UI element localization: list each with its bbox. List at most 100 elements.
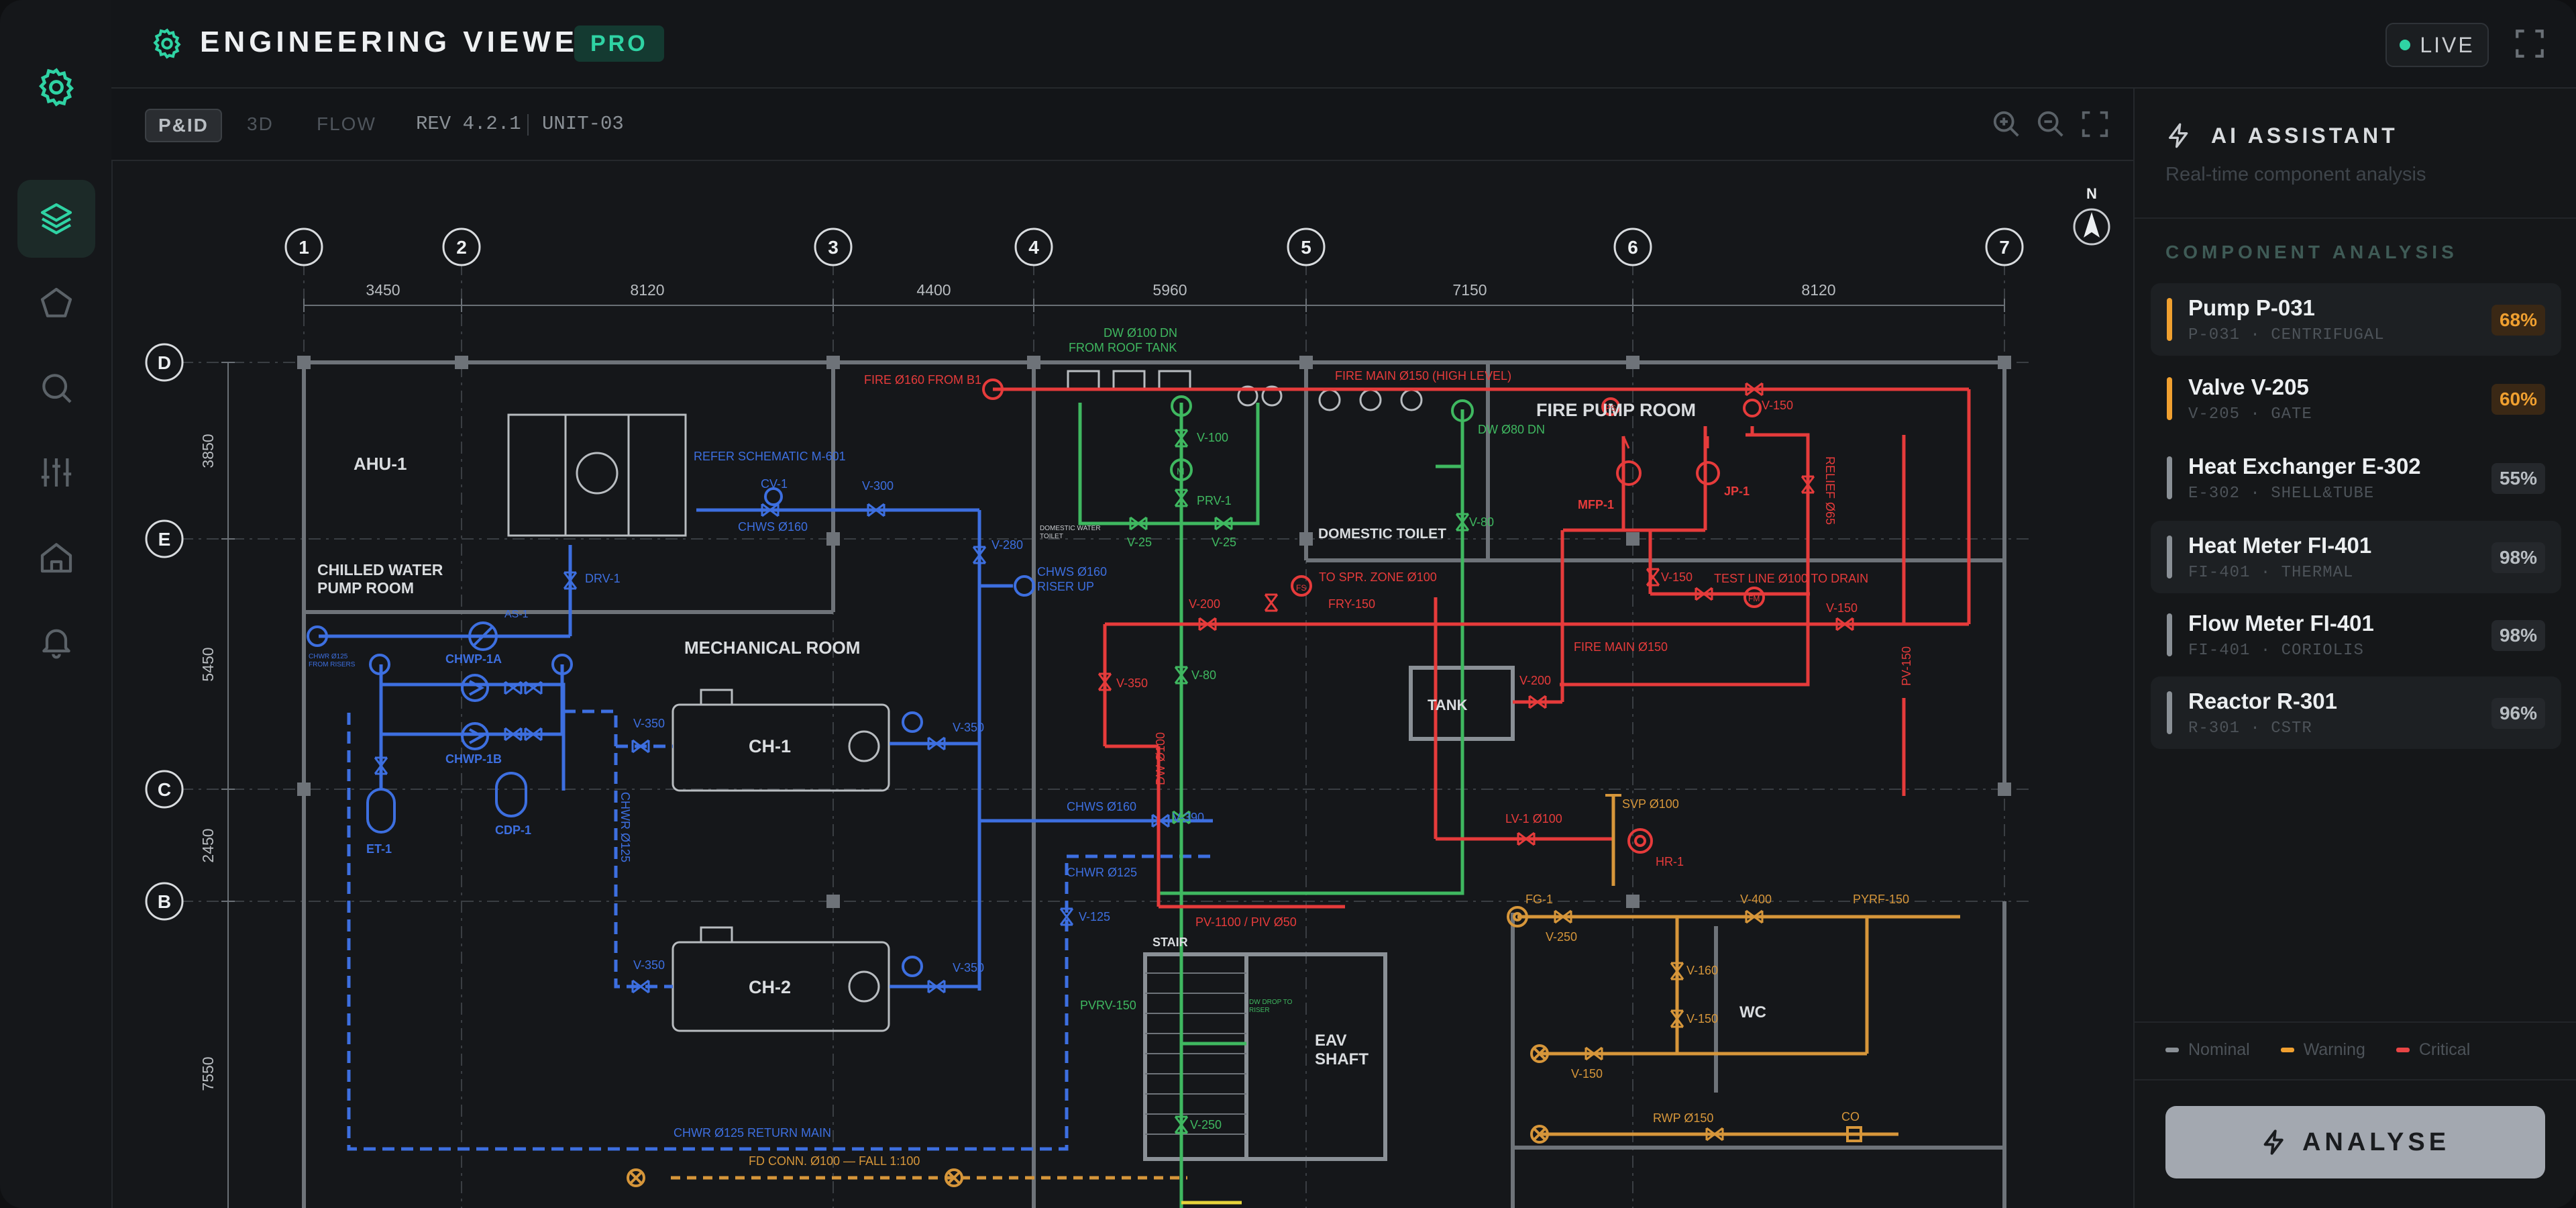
- status-legend: Nominal Warning Critical: [2165, 1040, 2470, 1060]
- component-name: Reactor R-301: [2188, 689, 2337, 713]
- legend-item: Warning: [2280, 1040, 2365, 1060]
- valve-label: V-350: [953, 721, 984, 734]
- valve-label: V-150: [1661, 570, 1693, 584]
- pipe-label: FD CONN. Ø100 — FALL 1:100: [749, 1154, 920, 1168]
- pipe-note: FROM RISERS: [309, 661, 356, 668]
- app-frame: ENGINEERING VIEWER PRO LIVE P&ID 3D FLOW…: [0, 0, 2576, 1208]
- view-toolbar: P&ID 3D FLOW REV 4.2.1 UNIT-03: [111, 89, 2133, 161]
- status-bar: [2167, 613, 2172, 656]
- fullscreen-icon[interactable]: [2513, 27, 2546, 60]
- equipment-label: CHWP-1B: [445, 752, 502, 766]
- chiller-label: CH-2: [749, 977, 791, 997]
- panel-title: AI ASSISTANT: [2165, 122, 2398, 149]
- equipment-label: CDP-1: [495, 823, 531, 837]
- component-item[interactable]: Heat Exchanger E-302 E-302 · SHELL&TUBE …: [2151, 442, 2561, 514]
- grid-bubble: E: [158, 529, 171, 550]
- divider: [2135, 1021, 2576, 1023]
- analyse-button[interactable]: ANALYSE: [2165, 1106, 2545, 1178]
- room-label-fire-pump: FIRE PUMP ROOM: [1536, 400, 1696, 420]
- valve-label: V-80: [1469, 515, 1494, 529]
- pipe-note: DOMESTIC WATER: [1040, 525, 1101, 532]
- component-sub: FI-401 · THERMAL: [2188, 564, 2354, 582]
- status-bar: [2167, 298, 2172, 341]
- component-name: Valve V-205: [2188, 374, 2309, 399]
- sidebar-item-search[interactable]: [17, 349, 95, 427]
- component-sub: E-302 · SHELL&TUBE: [2188, 485, 2375, 503]
- valve-label: V-150: [1826, 601, 1858, 615]
- app-title: ENGINEERING VIEWER: [200, 26, 604, 58]
- valve-label: V-390: [1173, 811, 1204, 824]
- gear-icon[interactable]: [35, 66, 78, 109]
- dimension-label: 3850: [199, 434, 217, 468]
- search-icon: [42, 374, 72, 403]
- valve-label: DRV-1: [585, 572, 621, 585]
- pipe-label: RELIEF Ø65: [1823, 456, 1837, 525]
- tab-3d[interactable]: 3D: [247, 109, 274, 140]
- zoom-out-icon[interactable]: [2035, 109, 2066, 140]
- sidebar-item-shapes[interactable]: [17, 264, 95, 342]
- status-bar: [2167, 691, 2172, 734]
- sliders-icon: [41, 458, 72, 487]
- component-item[interactable]: Pump P-031 P-031 · CENTRIFUGAL 68%: [2151, 283, 2561, 356]
- tab-pid[interactable]: P&ID: [145, 109, 222, 142]
- analyse-label: ANALYSE: [2302, 1127, 2451, 1156]
- component-item[interactable]: Heat Meter FI-401 FI-401 · THERMAL 98%: [2151, 521, 2561, 593]
- room-label-chilled-water: CHILLED WATER: [317, 561, 443, 578]
- valve-label: V-350: [633, 717, 665, 730]
- grid-bubble: 7: [1999, 237, 2010, 258]
- grid-bubble: 2: [456, 237, 467, 258]
- grid-bubble: 5: [1301, 237, 1311, 258]
- pid-drawing-canvas[interactable]: 3450 8120 4400 5960 7150 8120 3850 5450 …: [113, 161, 2133, 1208]
- equipment-label: ET-1: [366, 842, 392, 856]
- grid-bubble: C: [158, 779, 171, 800]
- north-arrow-icon: N: [2073, 185, 2110, 246]
- room-label-mechanical: MECHANICAL ROOM: [684, 638, 860, 658]
- grid-bubble: 3: [828, 237, 839, 258]
- component-sub: P-031 · CENTRIFUGAL: [2188, 326, 2385, 344]
- sidebar: [0, 0, 113, 1208]
- instrument-label: FS: [1296, 583, 1306, 593]
- valve-label: V-150: [1686, 1012, 1718, 1025]
- pipe-label: CHWS Ø160: [1067, 800, 1136, 813]
- sidebar-item-alerts[interactable]: [17, 603, 95, 681]
- pipe-label: PV-150: [1900, 646, 1913, 686]
- component-item[interactable]: Valve V-205 V-205 · GATE 60%: [2151, 362, 2561, 435]
- pipe-label: FIRE MAIN Ø150 (HIGH LEVEL): [1335, 369, 1511, 383]
- room-label-tank: TANK: [1428, 697, 1468, 713]
- status-bar: [2167, 536, 2172, 578]
- live-status-button[interactable]: LIVE: [2385, 23, 2489, 67]
- equipment-label: FG-1: [1525, 893, 1553, 906]
- instrument-label: FM: [1748, 594, 1760, 603]
- grid-bubble: D: [158, 352, 171, 373]
- sidebar-item-controls[interactable]: [17, 434, 95, 511]
- confidence-badge: 98%: [2491, 542, 2545, 573]
- home-icon: [40, 543, 72, 573]
- equipment-label: JP-1: [1724, 485, 1750, 498]
- gear-icon: [150, 27, 184, 60]
- pipe-label: RWP Ø150: [1653, 1111, 1713, 1125]
- pipe-label: CHWR Ø125: [1067, 866, 1137, 879]
- status-bar: [2167, 377, 2172, 420]
- pipe-label: FIRE MAIN Ø150: [1574, 640, 1668, 654]
- zoom-in-icon[interactable]: [1991, 109, 2022, 140]
- pipe-label: DW Ø80 DN: [1478, 423, 1545, 436]
- component-item[interactable]: Reactor R-301 R-301 · CSTR 96%: [2151, 676, 2561, 749]
- dimension-label: 4400: [916, 281, 951, 299]
- pipe-label: CHWR Ø125: [619, 792, 632, 862]
- revision-label: REV 4.2.1: [416, 113, 521, 135]
- valve-label: V-200: [1519, 674, 1551, 687]
- tab-flow[interactable]: FLOW: [317, 109, 376, 140]
- valve-label: V-250: [1190, 1118, 1222, 1131]
- pipe-label: RISER UP: [1037, 580, 1094, 593]
- pipe-label: CHWS Ø160: [1037, 565, 1107, 578]
- component-sub: FI-401 · CORIOLIS: [2188, 642, 2364, 660]
- component-name: Pump P-031: [2188, 295, 2315, 320]
- sidebar-item-home[interactable]: [17, 518, 95, 596]
- sidebar-item-layers[interactable]: [17, 180, 95, 258]
- live-dot-icon: [2400, 40, 2411, 50]
- equipment-label: CHWP-1A: [445, 652, 502, 666]
- fit-screen-icon[interactable]: [2080, 109, 2110, 140]
- component-item[interactable]: Flow Meter FI-401 FI-401 · CORIOLIS 98%: [2151, 599, 2561, 671]
- grid-bubble: 6: [1627, 237, 1638, 258]
- legend-item: Nominal: [2165, 1040, 2250, 1060]
